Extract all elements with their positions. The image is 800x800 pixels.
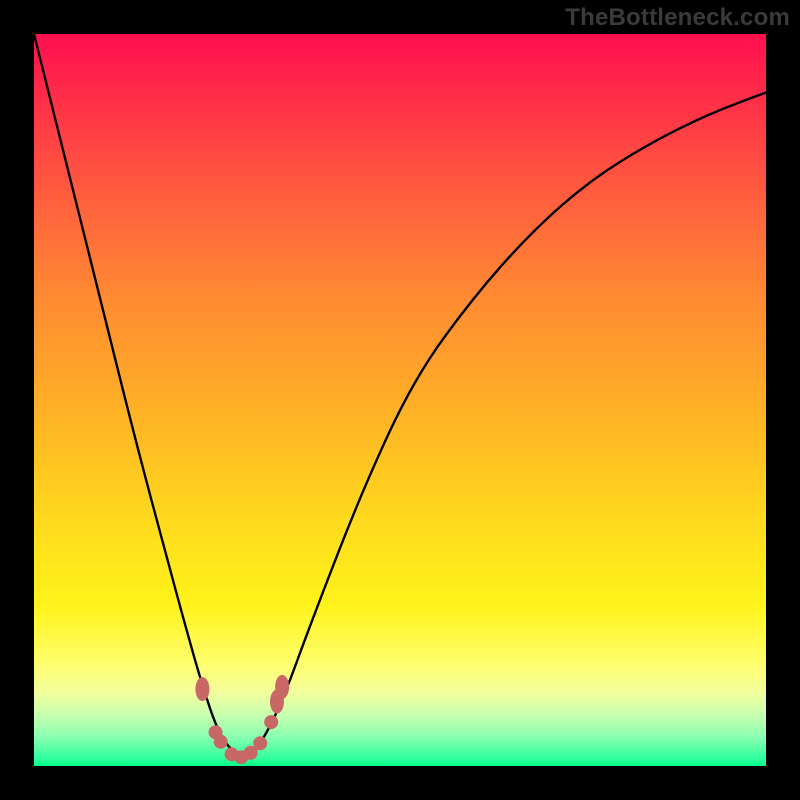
plot-area: [34, 34, 766, 766]
chart-frame: TheBottleneck.com: [0, 0, 800, 800]
marker-dot: [214, 735, 228, 749]
marker-group: [195, 675, 289, 764]
marker-dot: [195, 677, 209, 701]
watermark-text: TheBottleneck.com: [565, 4, 790, 32]
marker-dot: [253, 736, 267, 750]
bottleneck-curve: [34, 34, 766, 756]
curve-plot: [34, 34, 766, 766]
marker-dot: [275, 675, 289, 699]
marker-dot: [264, 715, 278, 729]
